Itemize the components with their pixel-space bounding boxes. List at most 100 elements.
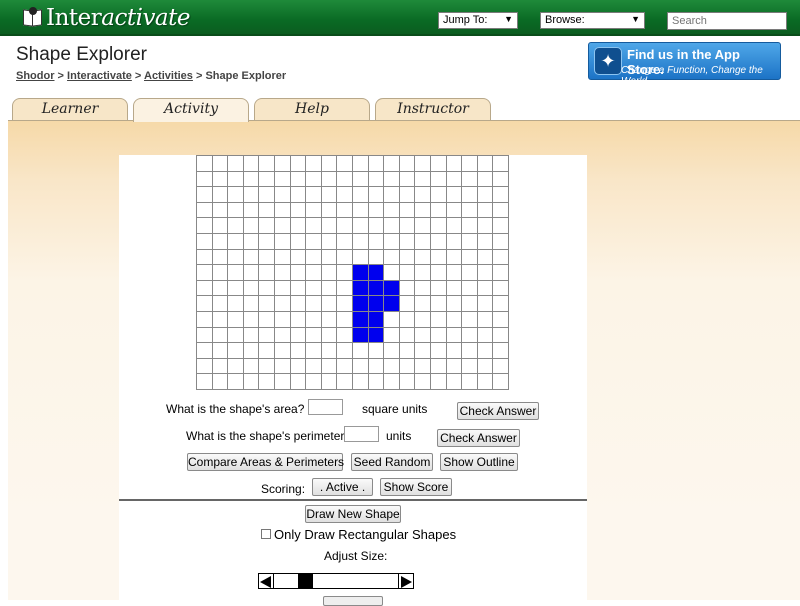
grid-cell[interactable] [383, 186, 400, 203]
grid-cell[interactable] [446, 217, 462, 234]
grid-cell[interactable] [290, 171, 306, 187]
grid-cell[interactable] [492, 342, 509, 359]
grid-cell[interactable] [368, 342, 384, 359]
grid-cell[interactable] [290, 327, 306, 343]
grid-cell[interactable] [212, 311, 228, 328]
grid-cell[interactable] [477, 358, 493, 374]
grid-cell[interactable] [492, 249, 509, 265]
grid-cell[interactable] [446, 358, 462, 374]
grid-cell[interactable] [352, 171, 369, 187]
show-score-button[interactable]: Show Score [380, 478, 452, 496]
grid-cell[interactable] [258, 249, 275, 265]
grid-cell[interactable] [258, 171, 275, 187]
grid-cell[interactable] [227, 342, 244, 359]
grid-cell[interactable] [336, 155, 353, 172]
grid-cell[interactable] [383, 171, 400, 187]
grid-cell[interactable] [336, 358, 353, 374]
tab-instructor[interactable]: Instructor [375, 98, 491, 120]
grid-cell[interactable] [274, 217, 291, 234]
grid-cell[interactable] [430, 202, 447, 218]
grid-cell[interactable] [399, 280, 415, 296]
grid-cell[interactable] [196, 327, 213, 343]
grid-cell[interactable] [461, 342, 478, 359]
grid-cell[interactable] [414, 264, 431, 281]
grid-cell[interactable] [430, 358, 447, 374]
grid-cell[interactable] [243, 358, 259, 374]
grid-cell[interactable] [227, 217, 244, 234]
grid-cell[interactable] [352, 186, 369, 203]
check-area-button[interactable]: Check Answer [457, 402, 539, 420]
grid-cell[interactable] [227, 233, 244, 250]
grid-cell[interactable] [243, 327, 259, 343]
grid-cell[interactable] [290, 373, 306, 390]
tab-activity[interactable]: Activity [133, 98, 249, 122]
grid-cell[interactable] [430, 233, 447, 250]
grid-cell[interactable] [399, 202, 415, 218]
grid-cell[interactable] [258, 342, 275, 359]
grid-cell[interactable] [461, 155, 478, 172]
grid-cell[interactable] [336, 327, 353, 343]
grid-cell[interactable] [399, 249, 415, 265]
grid-cell[interactable] [321, 249, 337, 265]
grid-cell[interactable] [368, 155, 384, 172]
grid-cell[interactable] [243, 186, 259, 203]
grid-cell[interactable] [461, 358, 478, 374]
size-slider-thumb[interactable] [298, 574, 313, 588]
grid-cell[interactable] [227, 311, 244, 328]
grid-cell[interactable] [336, 186, 353, 203]
grid-cell[interactable] [477, 171, 493, 187]
grid-cell[interactable] [446, 342, 462, 359]
grid-cell[interactable] [352, 295, 369, 312]
grid-cell[interactable] [352, 373, 369, 390]
grid-cell[interactable] [258, 217, 275, 234]
grid-cell[interactable] [227, 373, 244, 390]
grid-cell[interactable] [212, 155, 228, 172]
grid-cell[interactable] [492, 358, 509, 374]
grid-cell[interactable] [352, 155, 369, 172]
grid-cell[interactable] [196, 280, 213, 296]
grid-cell[interactable] [446, 327, 462, 343]
grid-cell[interactable] [321, 358, 337, 374]
jump-to-select[interactable]: Jump To: ▼ [438, 12, 518, 29]
grid-cell[interactable] [321, 155, 337, 172]
grid-cell[interactable] [321, 171, 337, 187]
grid-cell[interactable] [430, 217, 447, 234]
grid-cell[interactable] [258, 202, 275, 218]
grid-cell[interactable] [383, 155, 400, 172]
grid-cell[interactable] [243, 264, 259, 281]
grid-cell[interactable] [477, 202, 493, 218]
grid-cell[interactable] [212, 217, 228, 234]
grid-cell[interactable] [321, 186, 337, 203]
grid-cell[interactable] [352, 358, 369, 374]
show-outline-button[interactable]: Show Outline [440, 453, 518, 471]
grid-cell[interactable] [461, 249, 478, 265]
grid-cell[interactable] [290, 280, 306, 296]
grid-cell[interactable] [321, 295, 337, 312]
grid-cell[interactable] [290, 155, 306, 172]
grid-cell[interactable] [274, 233, 291, 250]
grid-cell[interactable] [446, 186, 462, 203]
grid-cell[interactable] [352, 202, 369, 218]
grid-cell[interactable] [196, 342, 213, 359]
grid-cell[interactable] [305, 358, 322, 374]
grid-cell[interactable] [305, 202, 322, 218]
grid-cell[interactable] [492, 171, 509, 187]
grid-cell[interactable] [492, 327, 509, 343]
draw-new-shape-button[interactable]: Draw New Shape [305, 505, 401, 523]
grid-cell[interactable] [461, 217, 478, 234]
grid-cell[interactable] [446, 280, 462, 296]
grid-cell[interactable] [290, 202, 306, 218]
grid-cell[interactable] [196, 373, 213, 390]
grid-cell[interactable] [336, 249, 353, 265]
grid-cell[interactable] [212, 373, 228, 390]
app-store-banner[interactable]: ✦ Find us in the App Store. Change a Fun… [588, 42, 781, 87]
grid-cell[interactable] [414, 311, 431, 328]
grid-cell[interactable] [290, 358, 306, 374]
grid-cell[interactable] [336, 311, 353, 328]
grid-cell[interactable] [305, 233, 322, 250]
tab-help[interactable]: Help [254, 98, 370, 120]
grid-cell[interactable] [290, 342, 306, 359]
grid-cell[interactable] [305, 249, 322, 265]
grid-cell[interactable] [305, 342, 322, 359]
grid-cell[interactable] [368, 311, 384, 328]
